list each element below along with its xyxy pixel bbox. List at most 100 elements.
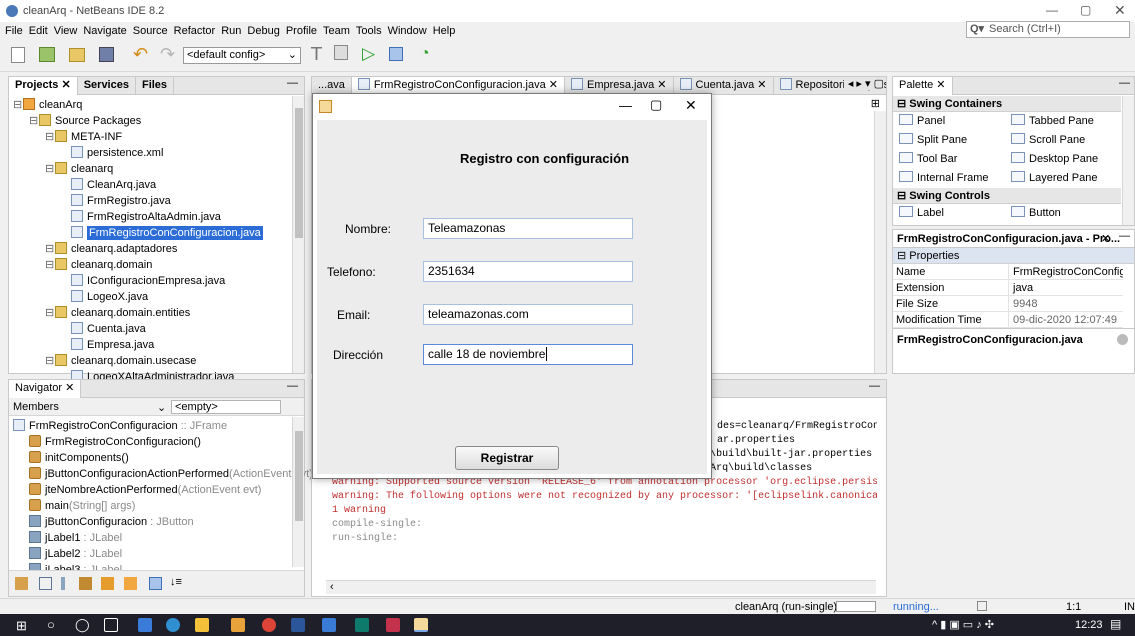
tree-item[interactable]: LogeoX.java (11, 289, 291, 305)
tree-toggle-icon[interactable]: ⊟ (13, 97, 23, 113)
help-icon[interactable] (1117, 334, 1128, 345)
email-field[interactable]: teleamazonas.com (423, 304, 633, 325)
menu-source[interactable]: Source (133, 25, 168, 37)
registrar-button[interactable]: Registrar (455, 446, 559, 470)
projects-scrollbar[interactable] (292, 96, 304, 373)
tab-files[interactable]: Files (136, 77, 175, 95)
member-item[interactable]: jButtonConfiguracionActionPerformed(Acti… (11, 466, 313, 482)
palette-item[interactable]: Layered Pane (1005, 169, 1117, 188)
close-properties-icon[interactable]: ✕ (1101, 232, 1110, 245)
palette-group-header[interactable]: ⊟ Swing Containers (893, 96, 1121, 112)
taskbar-search-icon[interactable]: ○ (47, 617, 55, 632)
member-item[interactable]: FrmRegistroConConfiguracion() (11, 434, 291, 450)
palette-item[interactable]: Button (1005, 204, 1117, 223)
tree-item[interactable]: FrmRegistroAltaAdmin.java (11, 209, 291, 225)
app-icon-1[interactable] (231, 618, 245, 632)
property-row[interactable]: Extension java (893, 280, 1123, 296)
dialog-close-icon[interactable]: ✕ (685, 97, 697, 114)
app-icon-4[interactable] (386, 618, 400, 632)
new-file-icon[interactable] (11, 47, 25, 63)
expand-editor-icon[interactable]: ⊞ (871, 97, 880, 110)
open-project-icon[interactable] (69, 48, 85, 62)
java-app-icon[interactable] (414, 618, 428, 632)
new-project-icon[interactable] (39, 47, 55, 62)
redo-icon[interactable]: ↷ (160, 44, 175, 65)
undo-icon[interactable]: ↶ (133, 44, 148, 65)
search-input[interactable]: Q▾ Search (Ctrl+I) (966, 21, 1130, 38)
tree-item[interactable]: FrmRegistroConConfiguracion.java (11, 225, 291, 241)
tree-toggle-icon[interactable]: ⊟ (45, 305, 55, 321)
windows-start-icon[interactable]: ⊞ (16, 618, 27, 634)
tree-item[interactable]: ⊟ Source Packages (11, 113, 291, 129)
task-view-icon[interactable] (104, 618, 118, 632)
filter-icon-2[interactable] (39, 577, 52, 590)
maximize-icon[interactable]: ▢ (1080, 3, 1091, 17)
members-filter[interactable]: <empty> (171, 400, 281, 414)
tree-toggle-icon[interactable]: ⊟ (29, 113, 39, 129)
clean-build-icon[interactable] (334, 45, 348, 60)
edge-icon[interactable] (166, 618, 180, 632)
navigator-scrollbar[interactable] (292, 417, 304, 567)
chrome-icon[interactable] (262, 618, 276, 632)
minimize-output-icon[interactable]: — (869, 380, 880, 392)
palette-item[interactable]: Label (893, 204, 1005, 223)
minimize-icon[interactable]: — (1046, 3, 1058, 17)
member-item[interactable]: jButtonConfiguracion : JButton (11, 514, 291, 530)
run-icon[interactable]: ▷ (362, 44, 375, 64)
profile-icon[interactable]: ◔ (420, 45, 430, 63)
palette-item[interactable]: Internal Frame (893, 169, 1005, 188)
tree-toggle-icon[interactable]: ⊟ (45, 353, 55, 369)
menu-debug[interactable]: Debug (247, 25, 279, 37)
member-item[interactable]: jteNombreActionPerformed(ActionEvent evt… (11, 482, 291, 498)
save-all-icon[interactable] (99, 47, 114, 62)
sort-alpha-icon[interactable]: ↓≡ (170, 576, 182, 588)
direccion-field[interactable]: calle 18 de noviembre (423, 344, 633, 365)
menu-run[interactable]: Run (221, 25, 241, 37)
menu-navigate[interactable]: Navigate (83, 25, 126, 37)
members-dropdown[interactable]: ⌄ (157, 401, 166, 414)
tab-projects[interactable]: Projects ✕ (9, 77, 78, 95)
tree-toggle-icon[interactable]: ⊟ (45, 241, 55, 257)
filter-icon-4[interactable] (79, 577, 92, 590)
filter-icon-5[interactable] (101, 577, 114, 590)
palette-item[interactable]: Tabbed Pane (1005, 112, 1117, 131)
dialog-maximize-icon[interactable]: ▢ (650, 97, 662, 113)
menu-view[interactable]: View (54, 25, 78, 37)
tree-item[interactable]: ⊟ cleanarq.domain.entities (11, 305, 291, 321)
minimize-panel-icon[interactable]: — (287, 77, 298, 89)
app-icon-3[interactable] (355, 618, 369, 632)
palette-item[interactable]: Panel (893, 112, 1005, 131)
member-item[interactable]: jLabel1 : JLabel (11, 530, 291, 546)
editor-tab-nav-icon[interactable]: ◂ ▸ ▾ ▢ (843, 77, 884, 90)
member-item[interactable]: FrmRegistroConConfiguracion :: JFrame (11, 418, 291, 434)
property-row[interactable]: Modification Time 09-dic-2020 12:07:49 (893, 312, 1123, 328)
notifications-icon[interactable]: ▤ (1110, 617, 1121, 631)
palette-item[interactable]: Tool Bar (893, 150, 1005, 169)
tree-item[interactable]: Empresa.java (11, 337, 291, 353)
menu-edit[interactable]: Edit (29, 25, 48, 37)
tray-icons[interactable]: ^ ▮ ▣ ▭ ♪ ✣ (932, 618, 994, 631)
tree-toggle-icon[interactable]: ⊟ (45, 161, 55, 177)
app-icon-2[interactable] (322, 618, 336, 632)
filter-icon-3[interactable] (61, 577, 65, 590)
mail-icon[interactable] (138, 618, 152, 632)
tree-item[interactable]: IConfiguracionEmpresa.java (11, 273, 291, 289)
menu-tools[interactable]: Tools (356, 25, 382, 37)
config-select[interactable]: <default config> ⌄ (183, 47, 301, 64)
menu-team[interactable]: Team (323, 25, 350, 37)
tree-item[interactable]: ⊟ cleanarq (11, 161, 291, 177)
menu-refactor[interactable]: Refactor (174, 25, 216, 37)
build-icon[interactable]: 𝖳 (311, 44, 322, 65)
sort-icon[interactable] (149, 577, 162, 590)
minimize-properties-icon[interactable]: — (1119, 230, 1130, 242)
tree-toggle-icon[interactable]: ⊟ (45, 129, 55, 145)
member-item[interactable]: initComponents() (11, 450, 291, 466)
output-hscrollbar[interactable]: ‹ (326, 580, 876, 594)
nombre-field[interactable]: Teleamazonas (423, 218, 633, 239)
tree-item[interactable]: Cuenta.java (11, 321, 291, 337)
menu-help[interactable]: Help (433, 25, 456, 37)
telefono-field[interactable]: 2351634 (423, 261, 633, 282)
tree-item[interactable]: ⊟ cleanarq.domain.usecase (11, 353, 291, 369)
menu-window[interactable]: Window (388, 25, 427, 37)
palette-item[interactable]: Scroll Pane (1005, 131, 1117, 150)
